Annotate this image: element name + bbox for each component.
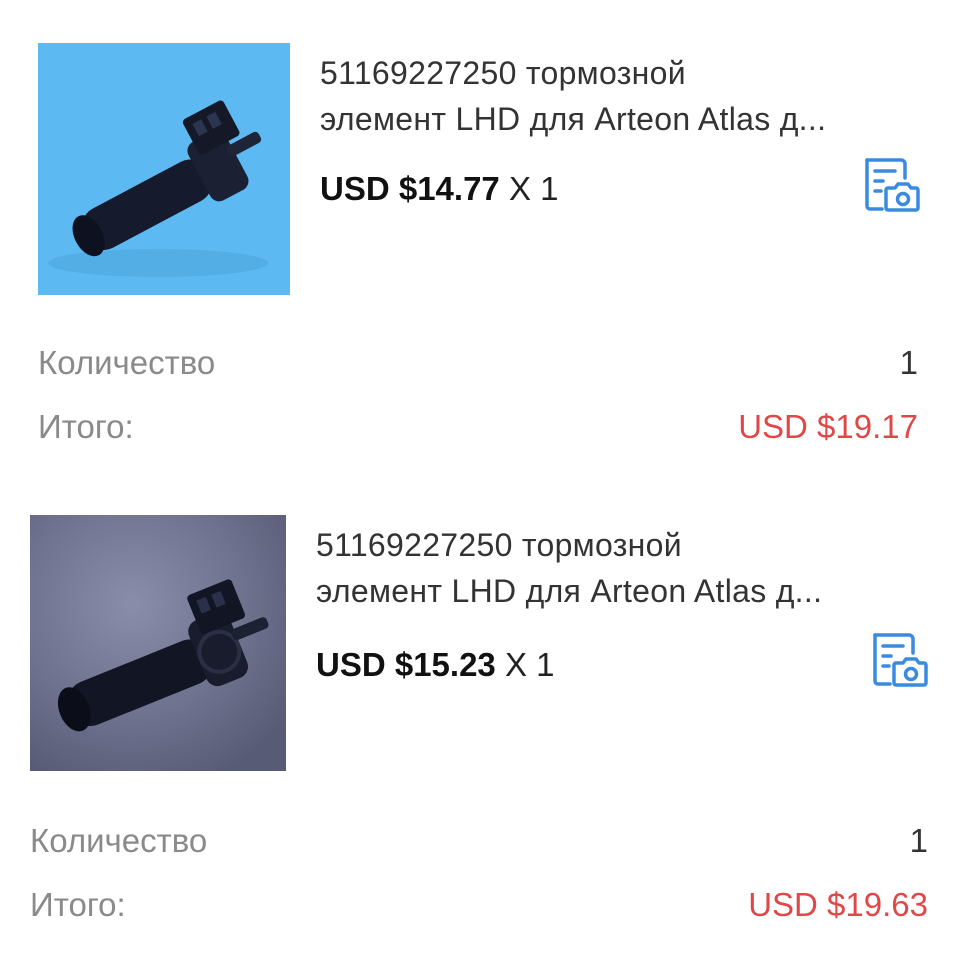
- product-title[interactable]: 51169227250 тормозной элемент LHD для Ar…: [320, 50, 930, 142]
- product-title-line-1: 51169227250 тормозной: [316, 527, 682, 563]
- brake-sensor-photo: [30, 515, 286, 771]
- product-title-line-2: элемент LHD для Arteon Atlas д...: [320, 101, 827, 137]
- product-title-line-2: элемент LHD для Arteon Atlas д...: [316, 573, 823, 609]
- product-image[interactable]: [30, 515, 286, 771]
- brake-sensor-photo: [38, 43, 290, 295]
- price-line: USD $15.23 X 1: [316, 645, 555, 685]
- quantity-multiplier: X 1: [508, 170, 559, 207]
- total-label: Итого:: [30, 886, 126, 923]
- product-title[interactable]: 51169227250 тормозной элемент LHD для Ar…: [316, 522, 926, 614]
- document-camera-icon-graphic: [873, 633, 928, 687]
- total-value: USD $19.17: [738, 408, 918, 445]
- document-camera-icon[interactable]: [869, 629, 929, 689]
- document-camera-icon-graphic: [865, 158, 920, 212]
- quantity-row: Количество 1: [0, 818, 960, 864]
- quantity-label: Количество: [30, 822, 208, 859]
- price-line: USD $14.77 X 1: [320, 169, 559, 209]
- unit-price: USD $15.23: [316, 646, 496, 683]
- quantity-value: 1: [899, 344, 918, 381]
- unit-price: USD $14.77: [320, 170, 500, 207]
- total-value: USD $19.63: [748, 886, 928, 923]
- order-list: 51169227250 тормозной элемент LHD для Ar…: [0, 0, 960, 960]
- total-label: Итого:: [38, 408, 134, 445]
- total-row: Итого: USD $19.17: [0, 404, 960, 450]
- quantity-value: 1: [909, 822, 928, 859]
- quantity-multiplier: X 1: [504, 646, 555, 683]
- total-row: Итого: USD $19.63: [0, 882, 960, 928]
- quantity-label: Количество: [38, 344, 216, 381]
- product-title-line-1: 51169227250 тормозной: [320, 55, 686, 91]
- document-camera-icon[interactable]: [861, 154, 921, 214]
- quantity-row: Количество 1: [0, 340, 960, 386]
- product-image[interactable]: [38, 43, 290, 295]
